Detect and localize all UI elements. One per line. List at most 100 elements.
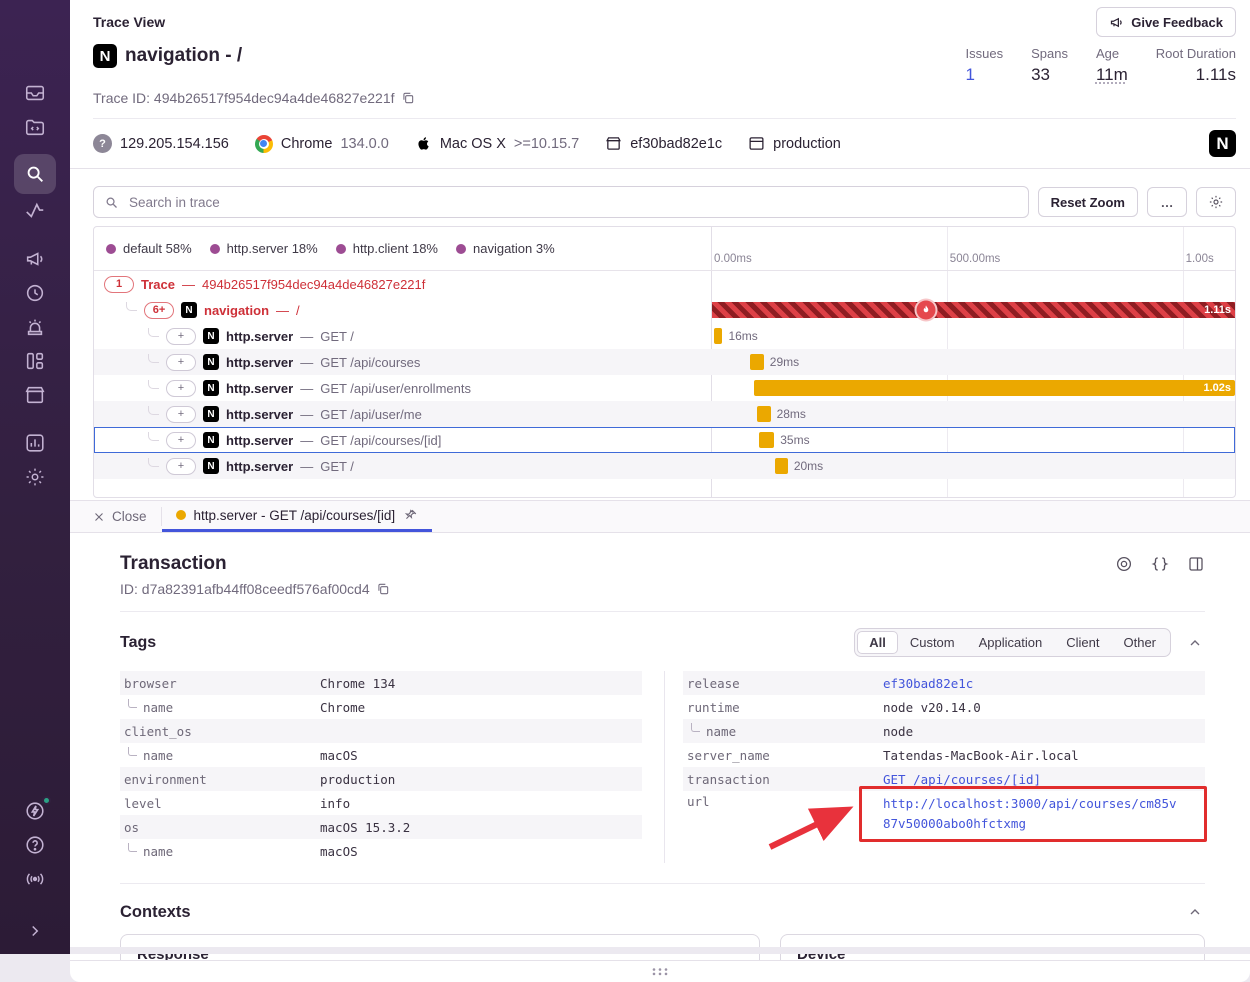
copy-icon[interactable] xyxy=(401,91,415,105)
reset-zoom-button[interactable]: Reset Zoom xyxy=(1038,187,1138,217)
span-duration-bar[interactable] xyxy=(775,458,788,474)
tag-value-link[interactable]: ef30bad82e1c xyxy=(883,676,973,691)
axis-tick-label: 1.00s xyxy=(1186,253,1214,265)
span-duration-bar[interactable] xyxy=(714,328,722,344)
legend-item[interactable]: http.client 18% xyxy=(336,241,438,256)
collapse-sidebar-icon[interactable] xyxy=(17,914,53,948)
apple-icon xyxy=(415,134,432,153)
expand-chip[interactable]: + xyxy=(166,432,196,449)
tag-row: namenode xyxy=(683,719,1205,743)
collapse-tags-button[interactable] xyxy=(1185,633,1205,653)
error-fire-icon[interactable] xyxy=(917,301,936,320)
close-drawer-button[interactable]: Close xyxy=(93,501,161,532)
tag-key: browser xyxy=(124,676,320,691)
explore-icon[interactable] xyxy=(17,110,53,144)
expand-chip[interactable]: 1 xyxy=(104,276,134,293)
tag-key: runtime xyxy=(687,700,883,715)
issues-count-link[interactable]: 1 xyxy=(966,65,1004,85)
trace-row[interactable]: +Nhttp.server—GET /20ms xyxy=(94,453,1235,479)
replays-icon[interactable] xyxy=(17,276,53,310)
expand-chip[interactable]: + xyxy=(166,406,196,423)
tag-filter-client[interactable]: Client xyxy=(1054,631,1111,654)
nextjs-logo: N xyxy=(203,328,219,344)
span-duration-bar[interactable]: 1.02s xyxy=(754,380,1235,396)
span-duration-bar[interactable] xyxy=(750,354,764,370)
legend-item[interactable]: http.server 18% xyxy=(210,241,318,256)
settings-icon[interactable] xyxy=(17,460,53,494)
tag-filter-all[interactable]: All xyxy=(857,631,898,654)
expand-chip[interactable]: + xyxy=(166,458,196,475)
tag-value-link[interactable]: http://localhost:3000/api/courses/cm85v8… xyxy=(883,794,1183,834)
traces-icon[interactable] xyxy=(17,194,53,228)
nextjs-logo: N xyxy=(203,380,219,396)
nextjs-project-logo: N xyxy=(1209,130,1236,157)
trace-id: Trace ID: 494b26517f954dec94a4de46827e22… xyxy=(93,90,395,106)
trace-row[interactable]: +Nhttp.server—GET /16ms xyxy=(94,323,1235,349)
releases-icon[interactable] xyxy=(17,378,53,412)
trace-row[interactable]: 6+Nnavigation—/1.11s xyxy=(94,297,1235,323)
tag-key: release xyxy=(687,676,883,691)
stats-icon[interactable] xyxy=(17,426,53,460)
megaphone-icon xyxy=(1109,15,1124,30)
layout-panel-icon[interactable] xyxy=(1187,555,1205,573)
give-feedback-button[interactable]: Give Feedback xyxy=(1096,7,1236,37)
tag-filter-custom[interactable]: Custom xyxy=(898,631,967,654)
search-in-trace-input[interactable] xyxy=(127,194,1018,211)
close-icon xyxy=(93,511,105,523)
trace-row[interactable]: +Nhttp.server—GET /api/courses/[id]35ms xyxy=(94,427,1235,453)
collapse-contexts-button[interactable] xyxy=(1185,902,1205,922)
stat-age: Age 11m xyxy=(1096,46,1128,85)
span-duration-label: 29ms xyxy=(770,355,799,369)
expand-chip[interactable]: + xyxy=(166,380,196,397)
tag-row: environmentproduction xyxy=(120,767,642,791)
copy-icon[interactable] xyxy=(376,582,390,596)
transaction-id: ID: d7a82391afb44ff08ceedf576af00cd4 xyxy=(120,581,370,597)
tag-filter-application[interactable]: Application xyxy=(967,631,1055,654)
search-input-icon xyxy=(104,195,119,210)
expand-chip[interactable]: 6+ xyxy=(144,302,174,319)
tags-column-left: browserChrome 134nameChromeclient_osname… xyxy=(120,671,642,863)
span-duration-label: 20ms xyxy=(794,459,823,473)
expand-chip[interactable]: + xyxy=(166,354,196,371)
nextjs-logo: N xyxy=(203,432,219,448)
span-duration-label: 28ms xyxy=(777,407,806,421)
tag-value: node xyxy=(883,724,913,739)
more-options-button[interactable]: … xyxy=(1147,187,1187,217)
feedback-icon[interactable] xyxy=(17,242,53,276)
pin-icon[interactable] xyxy=(403,508,418,523)
transaction-section: Transaction ID: d7a82391afb44ff08ceedf57… xyxy=(70,533,1250,960)
issues-icon[interactable] xyxy=(17,76,53,110)
help-icon[interactable] xyxy=(17,828,53,862)
alerts-icon[interactable] xyxy=(17,310,53,344)
app-sidebar xyxy=(0,0,70,954)
nextjs-logo: N xyxy=(181,302,197,318)
trace-row[interactable]: 1Trace—494b26517f954dec94a4de46827e221f xyxy=(94,271,1235,297)
span-duration-bar[interactable] xyxy=(757,406,771,422)
legend-item[interactable]: navigation 3% xyxy=(456,241,555,256)
span-duration-bar[interactable]: 1.11s xyxy=(712,302,1235,318)
dashboards-icon[interactable] xyxy=(17,344,53,378)
legend-item[interactable]: default 58% xyxy=(106,241,192,256)
seer-icon[interactable] xyxy=(17,794,53,828)
trace-row[interactable]: +Nhttp.server—GET /api/user/enrollments1… xyxy=(94,375,1235,401)
ops-legend: default 58% http.server 18% http.client 18… xyxy=(94,227,711,270)
tag-value-link[interactable]: GET /api/courses/[id] xyxy=(883,772,1041,787)
tag-row: urlhttp://localhost:3000/api/courses/cm8… xyxy=(683,791,1205,841)
span-duration-label: 35ms xyxy=(780,433,809,447)
trace-settings-button[interactable] xyxy=(1196,187,1236,217)
focus-icon[interactable] xyxy=(1115,555,1133,573)
trace-search[interactable] xyxy=(93,186,1029,218)
whats-new-icon[interactable] xyxy=(17,862,53,896)
page-edge xyxy=(70,947,1250,954)
environment-icon xyxy=(748,135,765,152)
search-icon[interactable] xyxy=(14,154,56,194)
tag-filter-other[interactable]: Other xyxy=(1111,631,1168,654)
expand-chip[interactable]: + xyxy=(166,328,196,345)
tag-key: name xyxy=(124,844,320,859)
drag-handle[interactable] xyxy=(651,967,669,976)
span-tab[interactable]: http.server - GET /api/courses/[id] xyxy=(162,501,433,532)
trace-row[interactable]: +Nhttp.server—GET /api/courses29ms xyxy=(94,349,1235,375)
trace-row[interactable]: +Nhttp.server—GET /api/user/me28ms xyxy=(94,401,1235,427)
span-duration-bar[interactable] xyxy=(759,432,775,448)
json-braces-icon[interactable] xyxy=(1151,555,1169,573)
